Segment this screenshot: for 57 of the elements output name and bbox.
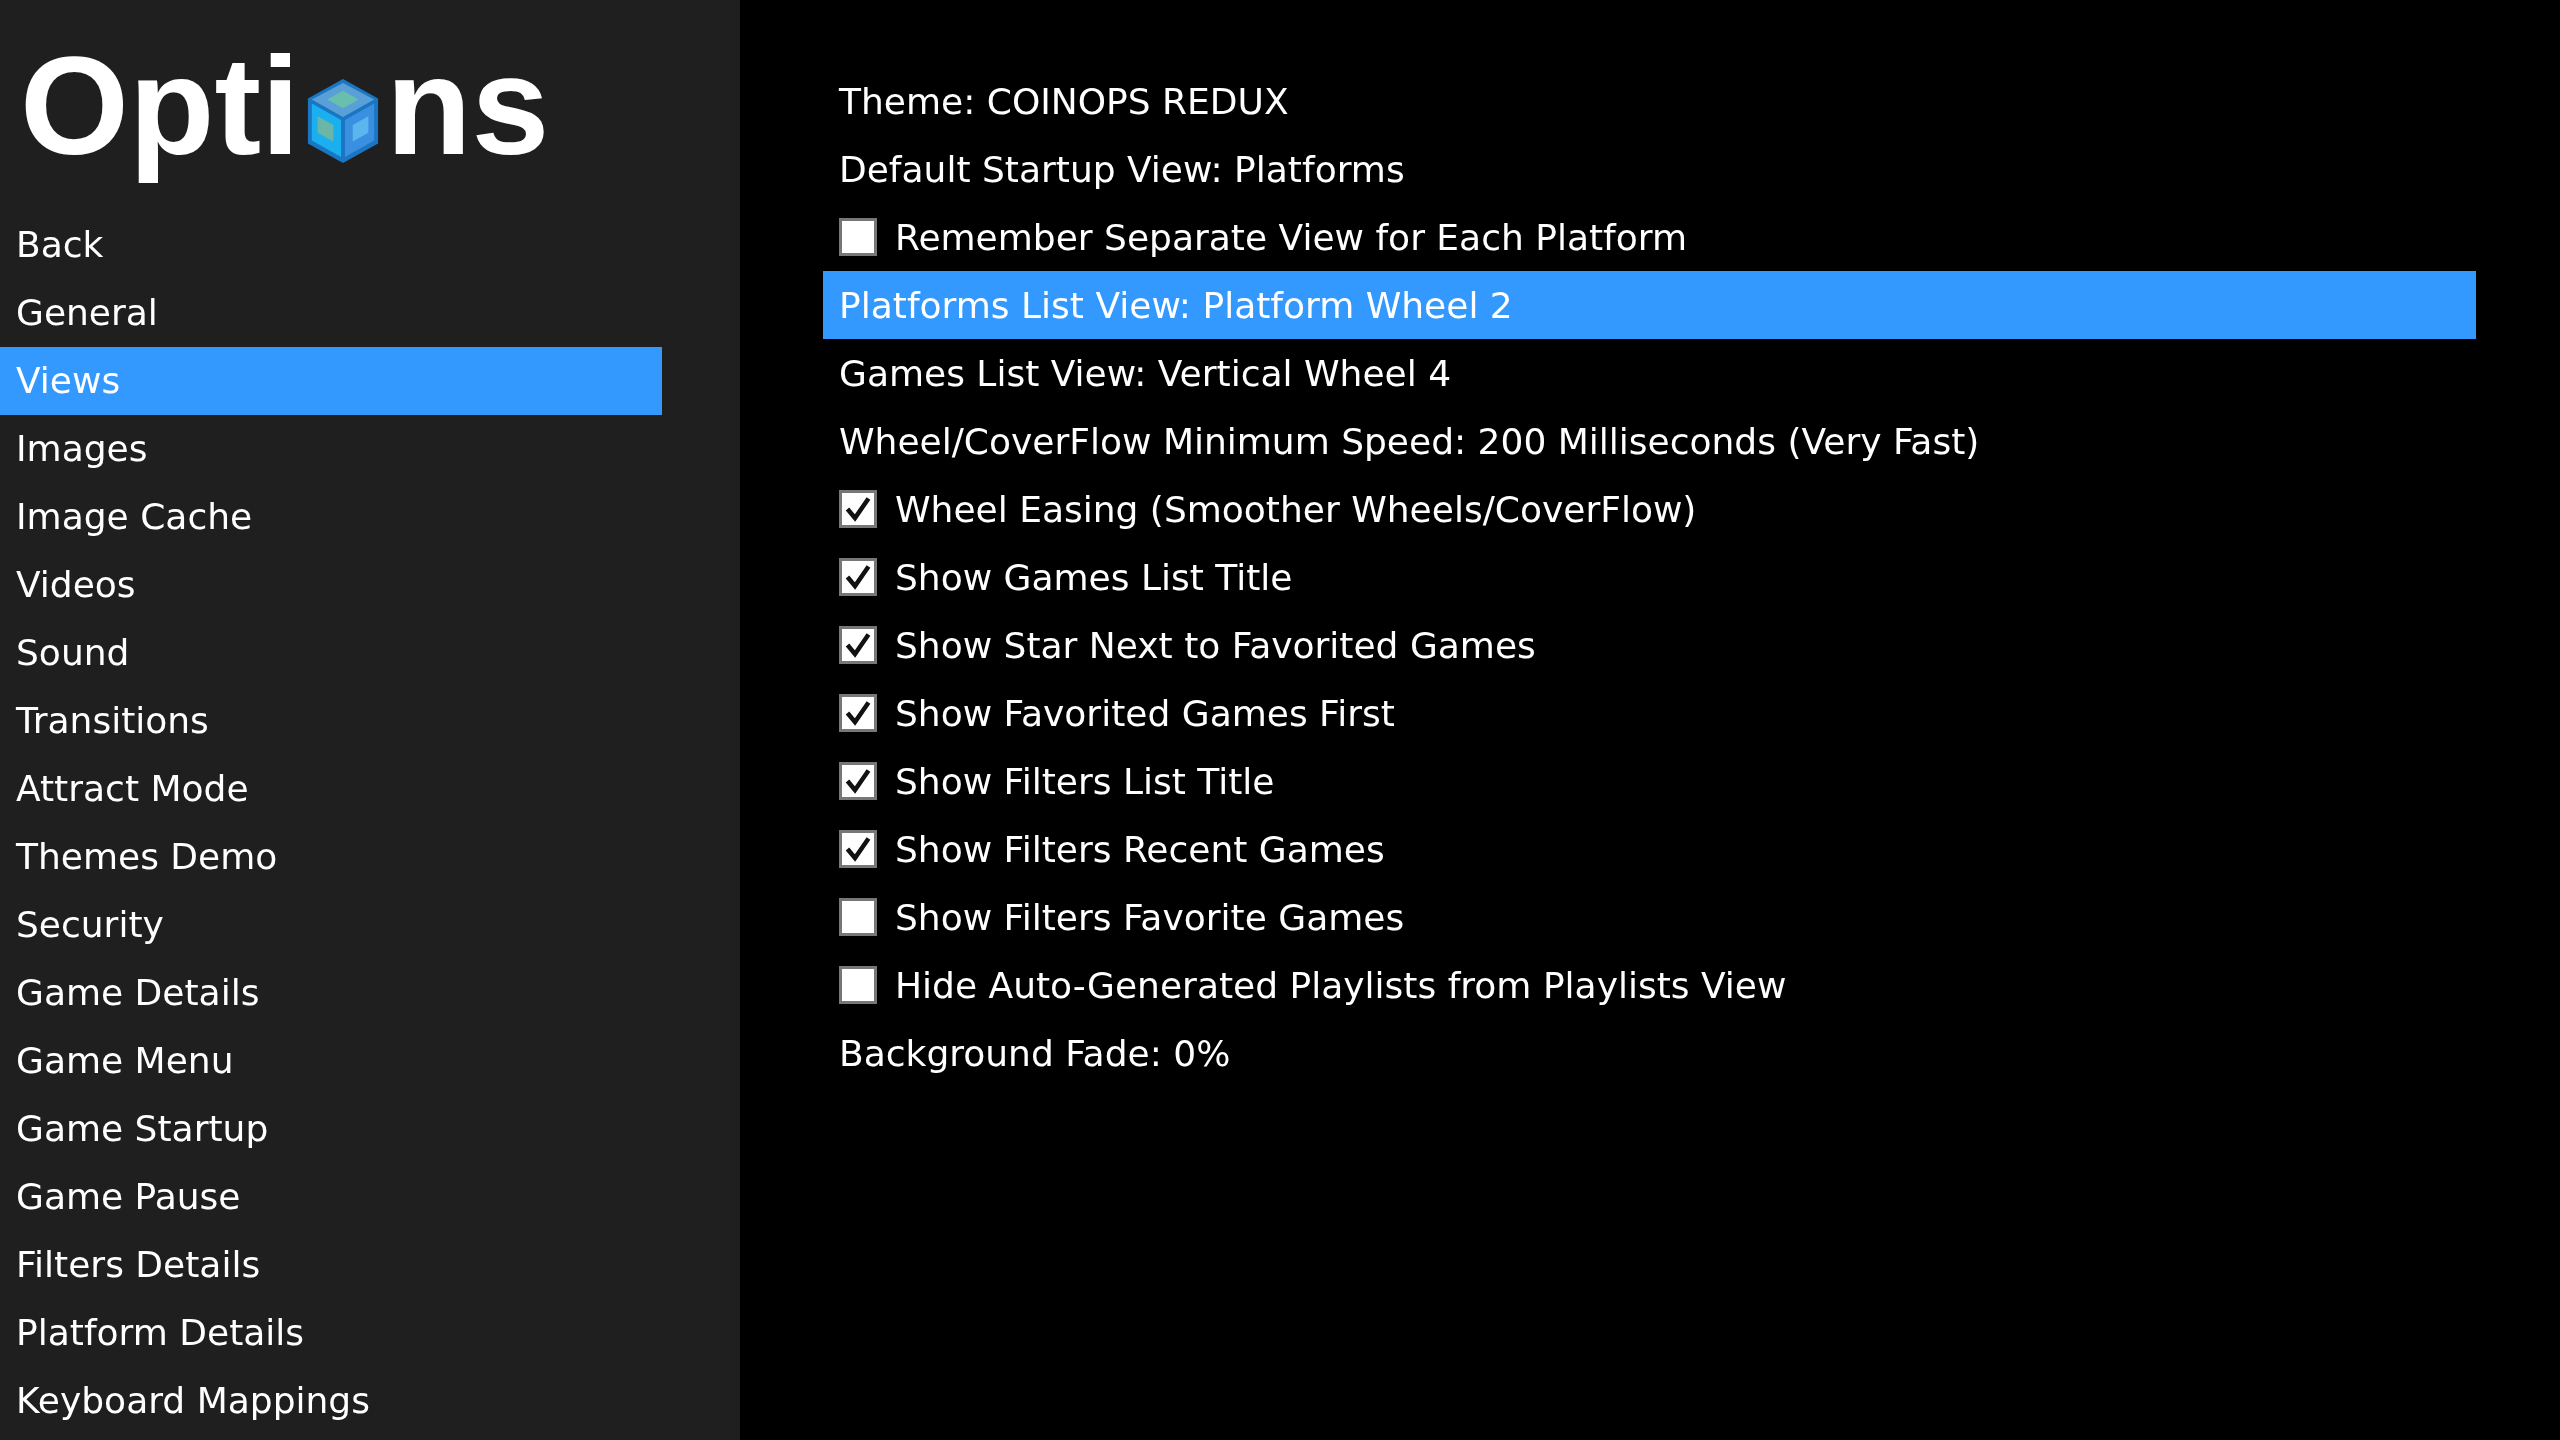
option-row[interactable]: Show Favorited Games First	[823, 679, 2476, 747]
sidebar-item[interactable]: Sound	[0, 619, 662, 687]
sidebar-item[interactable]: Filters Details	[0, 1231, 662, 1299]
option-row[interactable]: Hide Auto-Generated Playlists from Playlists View	[823, 951, 2476, 1019]
sidebar-item[interactable]: Game Menu	[0, 1027, 662, 1095]
option-label: Hide Auto-Generated Playlists from Playlists View	[895, 964, 1787, 1006]
checkbox[interactable]	[839, 830, 877, 868]
option-row[interactable]: Wheel Easing (Smoother Wheels/CoverFlow)	[823, 475, 2476, 543]
option-label: Wheel Easing (Smoother Wheels/CoverFlow)	[895, 488, 1697, 530]
option-label: Background Fade: 0%	[839, 1032, 1231, 1074]
checkbox[interactable]	[839, 762, 877, 800]
option-label: Show Favorited Games First	[895, 692, 1395, 734]
option-row[interactable]: Background Fade: 0%	[823, 1019, 2476, 1087]
sidebar-item[interactable]: Platform Details	[0, 1299, 662, 1367]
option-row[interactable]: Theme: COINOPS REDUX	[823, 67, 2476, 135]
option-row[interactable]: Default Startup View: Platforms	[823, 135, 2476, 203]
option-label: Default Startup View: Platforms	[839, 148, 1405, 190]
sidebar-item[interactable]: Back	[0, 211, 662, 279]
option-row[interactable]: Wheel/CoverFlow Minimum Speed: 200 Milliseconds (Very Fast)	[823, 407, 2476, 475]
option-label: Show Star Next to Favorited Games	[895, 624, 1536, 666]
sidebar-item[interactable]: Game Details	[0, 959, 662, 1027]
checkbox[interactable]	[839, 558, 877, 596]
sidebar-item[interactable]: Security	[0, 891, 662, 959]
option-row[interactable]: Games List View: Vertical Wheel 4	[823, 339, 2476, 407]
checkbox[interactable]	[839, 694, 877, 732]
sidebar-item[interactable]: Image Cache	[0, 483, 662, 551]
sidebar-item[interactable]: Keyboard Mappings	[0, 1367, 662, 1435]
sidebar-item[interactable]: Images	[0, 415, 662, 483]
option-row[interactable]: Show Filters List Title	[823, 747, 2476, 815]
option-label: Show Filters List Title	[895, 760, 1275, 802]
sidebar-item[interactable]: Game Pause	[0, 1163, 662, 1231]
sidebar-item[interactable]: Attract Mode	[0, 755, 662, 823]
option-row[interactable]: Show Filters Favorite Games	[823, 883, 2476, 951]
checkbox[interactable]	[839, 626, 877, 664]
checkbox[interactable]	[839, 898, 877, 936]
sidebar-item[interactable]: Themes Demo	[0, 823, 662, 891]
option-label: Wheel/CoverFlow Minimum Speed: 200 Milliseconds (Very Fast)	[839, 420, 1980, 462]
option-row[interactable]: Show Games List Title	[823, 543, 2476, 611]
option-label: Show Filters Favorite Games	[895, 896, 1405, 938]
options-title-end: ns	[385, 25, 550, 186]
option-label: Games List View: Vertical Wheel 4	[839, 352, 1452, 394]
option-label: Remember Separate View for Each Platform	[895, 216, 1688, 258]
option-label: Theme: COINOPS REDUX	[839, 80, 1289, 122]
checkbox[interactable]	[839, 218, 877, 256]
sidebar-item[interactable]: Videos	[0, 551, 662, 619]
options-title: Opti	[20, 25, 300, 186]
option-row[interactable]: Show Filters Recent Games	[823, 815, 2476, 883]
option-row[interactable]: Remember Separate View for Each Platform	[823, 203, 2476, 271]
sidebar-item[interactable]: Game Startup	[0, 1095, 662, 1163]
option-label: Show Games List Title	[895, 556, 1293, 598]
sidebar-item[interactable]: General	[0, 279, 662, 347]
checkbox[interactable]	[839, 490, 877, 528]
option-row[interactable]: Show Star Next to Favorited Games	[823, 611, 2476, 679]
checkbox[interactable]	[839, 966, 877, 1004]
sidebar-item[interactable]: Transitions	[0, 687, 662, 755]
option-label: Show Filters Recent Games	[895, 828, 1385, 870]
option-label: Platforms List View: Platform Wheel 2	[839, 284, 1513, 326]
